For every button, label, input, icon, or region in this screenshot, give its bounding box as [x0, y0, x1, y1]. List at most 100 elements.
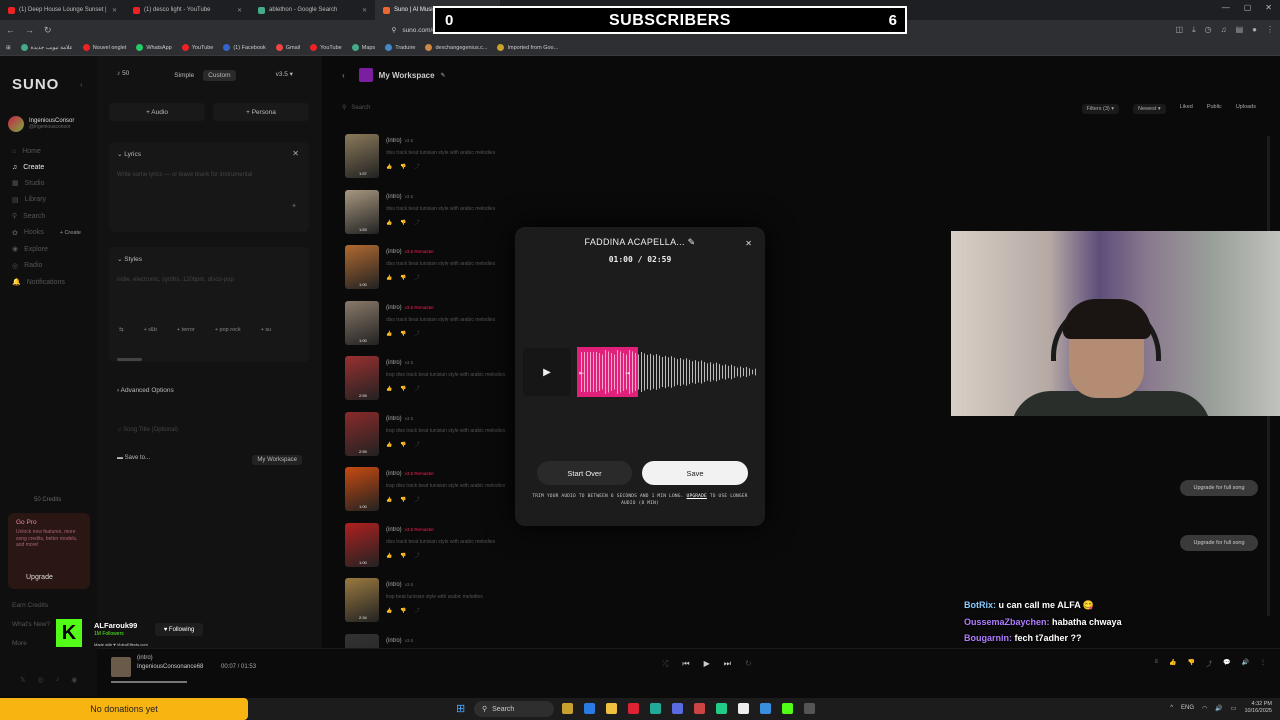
song-thumbnail[interactable]: 1:00	[345, 522, 379, 567]
taskbar-app-icon[interactable]	[782, 703, 793, 714]
sidebar-item-create[interactable]: ♫ Create	[12, 164, 81, 171]
instagram-icon[interactable]: ◎	[38, 676, 44, 684]
sidebar-item-explore[interactable]: ◉ Explore	[12, 245, 81, 254]
sidebar-item-home[interactable]: ⌂ Home	[12, 148, 81, 155]
bookmark-item[interactable]: WhatsApp	[136, 44, 172, 51]
taskbar-app-icon[interactable]	[584, 703, 595, 714]
discord-icon[interactable]: ◉	[71, 676, 77, 684]
taskbar-app-icon[interactable]	[650, 703, 661, 714]
x-icon[interactable]: 𝕏	[20, 676, 26, 684]
start-over-button[interactable]: Start Over	[537, 461, 632, 485]
tab-close-icon[interactable]: ✕	[112, 7, 117, 14]
sidebar-bottom-link[interactable]: What's New?	[12, 621, 50, 628]
add-audio-button[interactable]: + Audio	[109, 103, 205, 121]
clock[interactable]: 4:32 PM 10/16/2025	[1244, 701, 1272, 715]
tab-liked[interactable]: Liked	[1180, 104, 1193, 114]
style-tag[interactable]: + pop rock	[215, 327, 241, 333]
bookmark-item[interactable]: Nouvel onglet	[82, 44, 126, 51]
clear-icon[interactable]: ✕	[292, 149, 299, 158]
tab-uploads[interactable]: Uploads	[1236, 104, 1256, 114]
sidebar-icon[interactable]: ▤	[1236, 25, 1244, 35]
song-title-input[interactable]: ♫ Song Title (Optional)	[117, 427, 178, 433]
workspace-select[interactable]: My Workspace	[252, 455, 302, 465]
song-row[interactable]: 1:00 (intro) v3.5 Remaster diss track beat …	[345, 245, 505, 301]
bookmark-item[interactable]: dexchangegenius.c...	[425, 44, 487, 51]
edit-title-icon[interactable]: ✎	[688, 237, 696, 247]
song-thumbnail[interactable]: 1:00	[345, 467, 379, 511]
share-icon[interactable]: ⤴	[1206, 659, 1212, 668]
extension-icon[interactable]: ◫	[1176, 25, 1184, 35]
advanced-options-toggle[interactable]: › Advanced Options	[117, 387, 174, 394]
following-button[interactable]: ♥ Following	[155, 623, 203, 636]
taskbar-app-icon[interactable]	[694, 703, 705, 714]
lyrics-icon[interactable]: ≡	[1155, 659, 1159, 668]
taskbar-app-icon[interactable]	[628, 703, 639, 714]
upgrade-link[interactable]: UPGRADE	[687, 494, 707, 499]
upgrade-button[interactable]: Upgrade	[26, 574, 53, 581]
download-icon[interactable]: ⤓	[1192, 25, 1196, 35]
preview-play-button[interactable]: ▶	[523, 348, 571, 396]
sidebar-item-radio[interactable]: ◎ Radio	[12, 262, 81, 270]
music-icon[interactable]: ♫	[1221, 25, 1227, 35]
tab-close-icon[interactable]: ✕	[362, 7, 367, 14]
dislike-icon[interactable]: 👎	[1188, 659, 1195, 668]
tiktok-icon[interactable]: ♪	[56, 676, 60, 684]
song-thumbnail[interactable]: 1:00	[345, 300, 379, 345]
song-row[interactable]: 1:00 (intro) v3.5 Remaster diss track beat …	[345, 300, 505, 357]
taskbar-app-icon[interactable]	[760, 703, 771, 714]
bookmark-item[interactable]: YouTube	[181, 44, 213, 51]
profile-icon[interactable]: ●	[1252, 25, 1257, 35]
next-icon[interactable]: ⏭	[724, 659, 731, 669]
lyrics-input[interactable]: Write some lyrics — or leave blank for i…	[117, 172, 252, 178]
mode-simple[interactable]: Simple	[169, 70, 199, 81]
lang-indicator[interactable]: ENG	[1181, 705, 1194, 711]
bookmark-item[interactable]: Gmail	[275, 44, 300, 51]
minimize-icon[interactable]: —	[1222, 3, 1230, 12]
back-chevron-icon[interactable]: ‹	[342, 71, 345, 80]
styles-input[interactable]: indie, electronic, synths, 120bpm, disco…	[117, 277, 234, 283]
user-profile[interactable]: IngeniousConsor @ingeniousconsor	[8, 116, 74, 132]
play-icon[interactable]: ▶	[704, 659, 710, 669]
mode-custom[interactable]: Custom	[203, 70, 236, 81]
bookmark-item[interactable]: Maps	[351, 44, 375, 51]
style-tag[interactable]: + su	[261, 327, 272, 333]
tab-close-icon[interactable]: ✕	[237, 7, 242, 14]
player-thumbnail[interactable]	[111, 657, 131, 677]
taskbar-app-icon[interactable]	[606, 703, 617, 714]
apps-icon[interactable]: ⊞	[6, 45, 11, 51]
song-row[interactable]: 2:59 (intro) v3.5 trap diss track beat tuni…	[345, 356, 505, 412]
song-thumbnail[interactable]: 1:57	[345, 134, 379, 178]
sidebar-item-notifications[interactable]: 🔔 Notifications	[12, 278, 81, 287]
bookmark-item[interactable]: YouTube	[310, 44, 342, 51]
taskbar-app-icon[interactable]	[716, 703, 727, 714]
player-progress[interactable]	[111, 681, 187, 683]
battery-icon[interactable]: ▭	[1231, 705, 1237, 712]
previous-icon[interactable]: ⏮	[682, 659, 689, 669]
menu-icon[interactable]: ⋮	[1266, 25, 1274, 35]
repeat-icon[interactable]: ↻	[745, 659, 752, 669]
generate-lyrics-icon[interactable]: ✦	[291, 202, 297, 210]
version-select[interactable]: v3.5 ▾	[276, 70, 293, 81]
search-input[interactable]: ⚲ Search	[342, 104, 370, 111]
song-row[interactable]: 2:34 (intro) v3.5 trap beat tunisian style …	[345, 578, 505, 634]
sidebar-item-search[interactable]: ⚲ Search	[12, 212, 81, 221]
taskbar-app-icon[interactable]	[804, 703, 815, 714]
like-icon[interactable]: 👍	[1169, 659, 1176, 668]
add-persona-button[interactable]: + Persona	[213, 103, 309, 121]
tags-reset-icon[interactable]: ⇆	[119, 327, 124, 333]
song-row[interactable]: 2:59 (intro) v3.5 trap diss track beat tuni…	[345, 411, 505, 468]
maximize-icon[interactable]: ▢	[1244, 3, 1252, 12]
hooks-create-button[interactable]: + Create	[60, 230, 81, 236]
song-row[interactable]: 1:53 (intro) v3.5 diss track beat tunisian …	[345, 189, 505, 246]
back-icon[interactable]: ←	[6, 25, 15, 35]
trim-handle-right[interactable]: ⇥	[625, 371, 630, 377]
bookmark-item[interactable]: علامة تبويب جديدة	[20, 44, 73, 51]
style-tag[interactable]: + terror	[177, 327, 195, 333]
taskbar-app-icon[interactable]	[562, 703, 573, 714]
song-row[interactable]: 1:00 (intro) v3.5 Remaster trap diss track …	[345, 467, 505, 523]
sidebar-item-library[interactable]: ▤ Library	[12, 196, 81, 204]
reload-icon[interactable]: ↻	[44, 25, 52, 36]
forward-icon[interactable]: →	[25, 25, 34, 35]
volume-icon[interactable]: 🔊	[1215, 705, 1222, 712]
song-row[interactable]: 1:00 (intro) v3.5 Remaster diss track beat …	[345, 522, 505, 579]
